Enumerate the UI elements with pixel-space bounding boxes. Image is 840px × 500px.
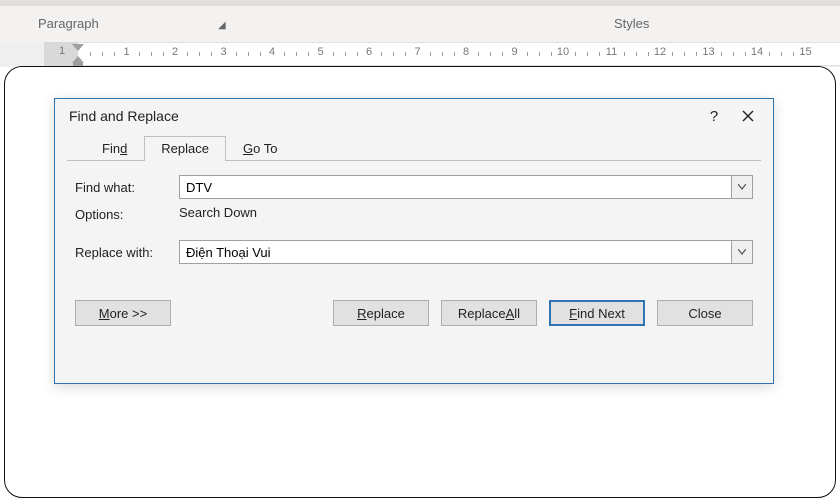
find-replace-dialog: Find and Replace ? Find Replace Go To Fi…: [54, 98, 774, 384]
ruler-number: 12: [654, 46, 666, 58]
ruler-number: 11: [606, 46, 617, 58]
ribbon-area: [0, 0, 840, 42]
ribbon-group-styles: Styles: [614, 16, 649, 31]
ruler-number: 6: [366, 46, 372, 58]
replace-with-input[interactable]: [179, 240, 731, 264]
dialog-body: Find what: Options: Search Down Replace …: [55, 161, 773, 326]
dialog-tabs: Find Replace Go To: [67, 133, 761, 161]
ruler-number: 15: [799, 46, 811, 58]
ruler-number: 1: [123, 46, 129, 58]
close-icon: [742, 110, 754, 122]
ruler-number: 7: [414, 46, 420, 58]
ruler-number: 9: [511, 46, 517, 58]
tab-find[interactable]: Find: [85, 136, 144, 161]
replace-all-button[interactable]: Replace All: [441, 300, 537, 326]
ruler-number: 14: [751, 46, 763, 58]
find-next-button[interactable]: Find Next: [549, 300, 645, 326]
dialog-titlebar[interactable]: Find and Replace ?: [55, 99, 773, 133]
first-line-indent-icon[interactable]: [72, 44, 84, 51]
dialog-help-button[interactable]: ?: [697, 102, 731, 130]
find-what-label: Find what:: [75, 180, 179, 195]
replace-with-label: Replace with:: [75, 245, 179, 260]
find-what-combo: [179, 175, 753, 199]
ruler-number: 8: [463, 46, 469, 58]
dialog-close-button[interactable]: [731, 102, 765, 130]
ruler-number: 13: [702, 46, 714, 58]
find-what-input[interactable]: [179, 175, 731, 199]
tab-replace[interactable]: Replace: [144, 136, 226, 161]
options-value: Search Down: [179, 205, 257, 222]
tab-goto[interactable]: Go To: [226, 136, 294, 161]
chevron-down-icon: [738, 184, 746, 190]
ruler-number: 5: [317, 46, 323, 58]
ruler-number: 10: [557, 46, 569, 58]
ribbon-group-paragraph: Paragraph: [38, 16, 99, 31]
replace-with-dropdown-button[interactable]: [731, 240, 753, 264]
paragraph-dialog-launcher-icon[interactable]: ◢: [218, 20, 226, 31]
ruler-number: 2: [172, 46, 178, 58]
replace-button[interactable]: Replace: [333, 300, 429, 326]
hanging-indent-icon[interactable]: [72, 56, 84, 63]
more-button[interactable]: More >>: [75, 300, 171, 326]
ruler-number: 3: [220, 46, 226, 58]
ruler-number: 1: [59, 45, 65, 57]
options-label: Options:: [75, 205, 179, 222]
find-what-dropdown-button[interactable]: [731, 175, 753, 199]
replace-with-combo: [179, 240, 753, 264]
dialog-title: Find and Replace: [69, 108, 179, 124]
ruler: 1 123456789101112131415: [0, 42, 840, 66]
close-button[interactable]: Close: [657, 300, 753, 326]
chevron-down-icon: [738, 249, 746, 255]
ruler-number: 4: [269, 46, 275, 58]
ribbon-top-divider: [0, 0, 840, 6]
